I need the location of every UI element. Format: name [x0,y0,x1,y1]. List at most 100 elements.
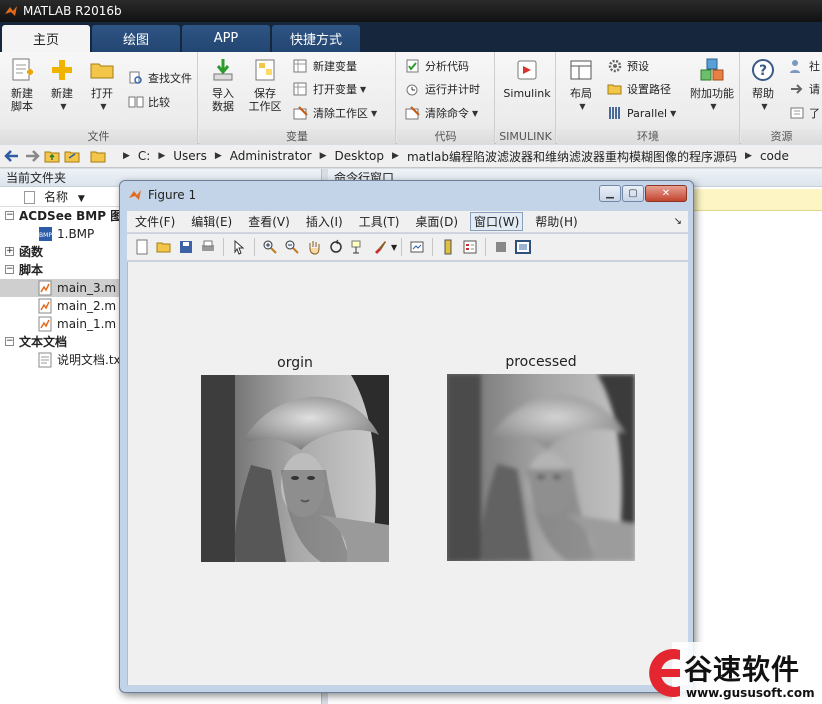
breadcrumb-separator-icon: ▶ [158,151,166,161]
dock-arrow-icon[interactable]: ↘ [674,216,682,227]
menu-view[interactable]: 查看(V) [248,213,290,230]
find-files-button[interactable]: 查找文件 [128,68,192,88]
matlab-figure-icon [129,190,141,200]
legend-icon[interactable] [462,239,478,255]
analyze-code-button[interactable]: 分析代码 [405,56,469,76]
new-button[interactable]: 新建 ▼ [42,56,82,126]
up-folder-icon[interactable] [43,147,61,165]
app-title-bar: MATLAB R2016b [0,0,822,22]
group-label-environment: 环境 [557,129,739,144]
link-plot-icon[interactable] [409,239,425,255]
figure-title-bar[interactable]: Figure 1 ▁ ▢ ✕ [120,181,693,209]
chevron-down-icon: ▼ [371,108,378,118]
colorbar-icon[interactable] [440,239,456,255]
clear-commands-button[interactable]: 清除命令 ▼ [405,103,478,123]
analyze-code-icon [406,59,419,73]
tab-home[interactable]: 主页 [2,25,90,52]
menu-window[interactable]: 窗口(W) [470,212,524,231]
original-image[interactable] [201,375,389,562]
menu-file[interactable]: 文件(F) [135,213,175,230]
save-workspace-icon [255,59,275,81]
processed-image[interactable] [447,374,635,561]
toolbar-separator [432,238,434,256]
chevron-down-icon[interactable]: ▼ [391,243,397,252]
new-script-icon [12,58,33,81]
menu-tools[interactable]: 工具(T) [359,213,400,230]
minimize-button[interactable]: ▁ [599,185,621,202]
preferences-button[interactable]: 预设 [607,56,649,76]
figure-title: Figure 1 [148,188,197,202]
zoom-out-icon[interactable] [284,239,300,255]
request-support-button[interactable]: 请 [789,79,820,99]
m-file-icon [38,280,52,296]
pan-hand-icon[interactable] [306,239,322,255]
new-figure-icon[interactable] [134,239,150,255]
data-cursor-icon[interactable] [350,239,366,255]
open-file-icon[interactable] [156,239,172,255]
clear-workspace-button[interactable]: 清除工作区 ▼ [293,103,377,123]
show-plot-tools-icon[interactable] [515,239,532,255]
close-button[interactable]: ✕ [645,185,687,202]
forward-arrow-icon[interactable] [23,147,41,165]
breadcrumb-item[interactable]: C: [138,149,150,163]
help-button[interactable]: ? 帮助 ▼ [743,56,783,126]
back-arrow-icon[interactable] [3,147,21,165]
browse-folder-icon[interactable] [63,147,81,165]
layout-button[interactable]: 布局 ▼ [561,56,601,126]
set-path-button[interactable]: 设置路径 [607,79,671,99]
addons-cubes-icon [700,58,724,81]
brush-icon[interactable] [372,239,388,255]
group-label-simulink: SIMULINK [496,129,555,144]
new-script-button[interactable]: 新建 脚本 [2,56,42,126]
menu-help[interactable]: 帮助(H) [535,213,577,230]
save-icon[interactable] [178,239,194,255]
breadcrumb-item[interactable]: code [760,149,789,163]
tab-shortcuts[interactable]: 快捷方式 [272,25,360,52]
addons-button[interactable]: 附加功能 ▼ [687,56,737,126]
select-all-checkbox[interactable] [24,191,35,204]
m-file-icon [38,316,52,332]
compare-button[interactable]: 比较 [128,92,170,112]
breadcrumb-item[interactable]: Users [173,149,207,163]
figure-canvas[interactable]: orgin processed [127,262,688,685]
tab-apps[interactable]: APP [182,25,270,52]
menu-edit[interactable]: 编辑(E) [191,213,232,230]
parallel-button[interactable]: Parallel ▼ [607,103,676,123]
import-data-icon [213,59,233,81]
breadcrumb-item[interactable]: matlab编程陷波滤波器和维纳滤波器重构模糊图像的程序源码 [407,148,737,165]
expand-icon[interactable]: + [5,247,14,256]
collapse-icon[interactable]: − [5,265,14,274]
chevron-down-icon: ▼ [60,102,67,111]
breadcrumb-item[interactable]: Desktop [335,149,385,163]
print-icon[interactable] [200,239,216,255]
tab-plots[interactable]: 绘图 [92,25,180,52]
clear-commands-icon [405,106,420,120]
run-and-time-button[interactable]: 运行并计时 [405,79,480,99]
simulink-button[interactable]: Simulink [500,56,554,126]
breadcrumb-item[interactable]: Administrator [230,149,312,163]
pointer-icon[interactable] [231,239,247,255]
chevron-down-icon: ▼ [579,102,586,111]
find-files-icon [129,71,142,84]
menu-desktop[interactable]: 桌面(D) [415,213,458,230]
menu-insert[interactable]: 插入(I) [306,213,343,230]
hide-plot-tools-icon[interactable] [493,239,509,255]
open-button[interactable]: 打开 ▼ [82,56,122,126]
collapse-icon[interactable]: − [5,337,14,346]
breadcrumb-separator-icon: ▶ [745,151,752,161]
open-variable-button[interactable]: 打开变量 ▼ [293,79,366,99]
address-bar: ▶ C: ▶ Users ▶ Administrator ▶ Desktop ▶… [0,145,822,168]
layout-icon [570,60,592,80]
watermark-url: www.gususoft.com [686,686,815,700]
zoom-in-icon[interactable] [262,239,278,255]
save-workspace-button[interactable]: 保存 工作区 [245,56,285,126]
community-button[interactable]: 社 [789,56,820,76]
collapse-icon[interactable]: − [5,211,14,220]
rotate-3d-icon[interactable] [328,239,344,255]
import-data-button[interactable]: 导入 数据 [203,56,243,126]
new-variable-button[interactable]: 新建变量 [293,56,357,76]
ribbon-group-code: 分析代码 运行并计时 清除命令 ▼ 代码 [397,52,495,144]
folder-icon [607,84,622,95]
maximize-button[interactable]: ▢ [622,185,644,202]
learn-matlab-button[interactable]: 了 [789,103,820,123]
